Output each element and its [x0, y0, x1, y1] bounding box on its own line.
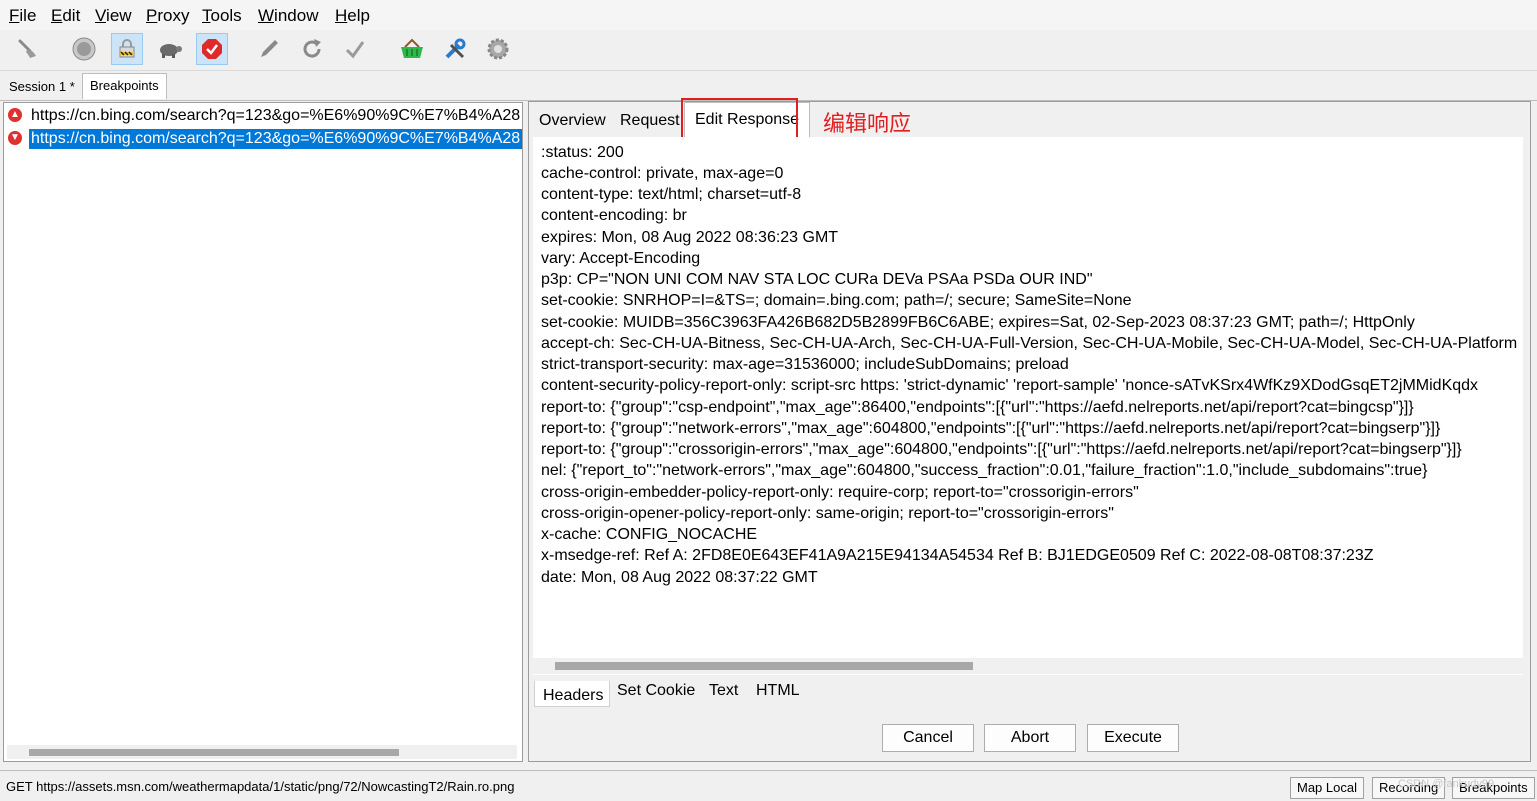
- session-tabs: Session 1 * Breakpoints: [0, 72, 1537, 101]
- list-item-url: https://cn.bing.com/search?q=123&go=%E6%…: [29, 129, 522, 149]
- repeat-icon[interactable]: [296, 33, 328, 65]
- header-line: accept-ch: Sec-CH-UA-Bitness, Sec-CH-UA-…: [541, 335, 1518, 352]
- basket-icon[interactable]: [396, 33, 428, 65]
- status-bar: GET https://assets.msn.com/weathermapdat…: [0, 770, 1537, 801]
- scrollbar-thumb[interactable]: [555, 662, 973, 670]
- header-line: report-to: {"group":"network-errors","ma…: [541, 420, 1441, 437]
- header-line: p3p: CP="NON UNI COM NAV STA LOC CURa DE…: [541, 271, 1093, 288]
- header-line: report-to: {"group":"crossorigin-errors"…: [541, 441, 1462, 458]
- menu-help[interactable]: Help: [335, 6, 370, 26]
- tab-session-1[interactable]: Session 1 *: [2, 75, 82, 99]
- annotation-highlight-box: [681, 98, 798, 141]
- header-line: :status: 200: [541, 144, 624, 161]
- toolbar: [0, 30, 1537, 71]
- header-line: cross-origin-opener-policy-report-only: …: [541, 505, 1114, 522]
- horizontal-scrollbar[interactable]: [533, 658, 1523, 674]
- header-line: nel: {"report_to":"network-errors","max_…: [541, 462, 1428, 479]
- breakpoint-list: ▲ https://cn.bing.com/search?q=123&go=%E…: [3, 102, 523, 762]
- status-text: GET https://assets.msn.com/weathermapdat…: [6, 779, 515, 794]
- menu-tools[interactable]: Tools: [202, 6, 242, 26]
- header-line: vary: Accept-Encoding: [541, 250, 701, 267]
- header-line: strict-transport-security: max-age=31536…: [541, 356, 1069, 373]
- header-line: set-cookie: MUIDB=356C3963FA426B682D5B28…: [541, 314, 1415, 331]
- tab-set-cookie[interactable]: Set Cookie: [617, 680, 695, 702]
- menu-window[interactable]: Window: [258, 6, 318, 26]
- map-local-button[interactable]: Map Local: [1290, 777, 1364, 799]
- execute-button[interactable]: Execute: [1087, 724, 1179, 752]
- header-line: content-encoding: br: [541, 207, 687, 224]
- horizontal-scrollbar[interactable]: [7, 745, 517, 759]
- tab-text[interactable]: Text: [709, 680, 738, 702]
- header-line: content-security-policy-report-only: scr…: [541, 377, 1479, 394]
- response-headers-editor[interactable]: :status: 200 cache-control: private, max…: [533, 137, 1523, 675]
- clear-icon[interactable]: [12, 33, 44, 65]
- menu-file[interactable]: File: [9, 6, 36, 26]
- menu-bar: File Edit View Proxy Tools Window Help: [0, 0, 1537, 30]
- tab-breakpoints[interactable]: Breakpoints: [82, 73, 167, 99]
- menu-proxy[interactable]: Proxy: [146, 6, 189, 26]
- header-line: report-to: {"group":"csp-endpoint","max_…: [541, 399, 1414, 416]
- header-line: cross-origin-embedder-policy-report-only…: [541, 484, 1139, 501]
- header-line: set-cookie: SNRHOP=I=&TS=; domain=.bing.…: [541, 292, 1132, 309]
- list-item[interactable]: ▼ https://cn.bing.com/search?q=123&go=%E…: [4, 128, 522, 150]
- tools-icon[interactable]: [439, 33, 471, 65]
- validate-icon[interactable]: [339, 33, 371, 65]
- response-breakpoint-icon: ▼: [8, 131, 22, 145]
- tab-html[interactable]: HTML: [756, 680, 800, 702]
- header-line: cache-control: private, max-age=0: [541, 165, 784, 182]
- menu-view[interactable]: View: [95, 6, 132, 26]
- throttle-icon[interactable]: [154, 33, 186, 65]
- header-line: date: Mon, 08 Aug 2022 08:37:22 GMT: [541, 569, 818, 586]
- compose-icon[interactable]: [253, 33, 285, 65]
- settings-icon[interactable]: [482, 33, 514, 65]
- tab-request[interactable]: Request: [620, 110, 680, 132]
- cancel-button[interactable]: Cancel: [882, 724, 974, 752]
- request-breakpoint-icon: ▲: [8, 108, 22, 122]
- breakpoints-icon[interactable]: [196, 33, 228, 65]
- tab-headers[interactable]: Headers: [534, 681, 611, 707]
- abort-button[interactable]: Abort: [984, 724, 1076, 752]
- scrollbar-thumb[interactable]: [29, 749, 399, 756]
- header-line: expires: Mon, 08 Aug 2022 08:36:23 GMT: [541, 229, 839, 246]
- header-line: x-cache: CONFIG_NOCACHE: [541, 526, 758, 543]
- breakpoint-lock-icon[interactable]: [111, 33, 143, 65]
- header-line: x-msedge-ref: Ref A: 2FD8E0E643EF41A9A21…: [541, 547, 1374, 564]
- tab-overview[interactable]: Overview: [539, 110, 606, 132]
- list-item[interactable]: ▲ https://cn.bing.com/search?q=123&go=%E…: [4, 105, 522, 127]
- record-icon[interactable]: [68, 33, 100, 65]
- menu-edit[interactable]: Edit: [51, 6, 80, 26]
- list-item-url: https://cn.bing.com/search?q=123&go=%E6%…: [31, 107, 521, 124]
- watermark: CSDN @fankudy99: [1398, 778, 1495, 790]
- annotation-label: 编辑响应: [823, 111, 912, 136]
- header-line: content-type: text/html; charset=utf-8: [541, 186, 802, 203]
